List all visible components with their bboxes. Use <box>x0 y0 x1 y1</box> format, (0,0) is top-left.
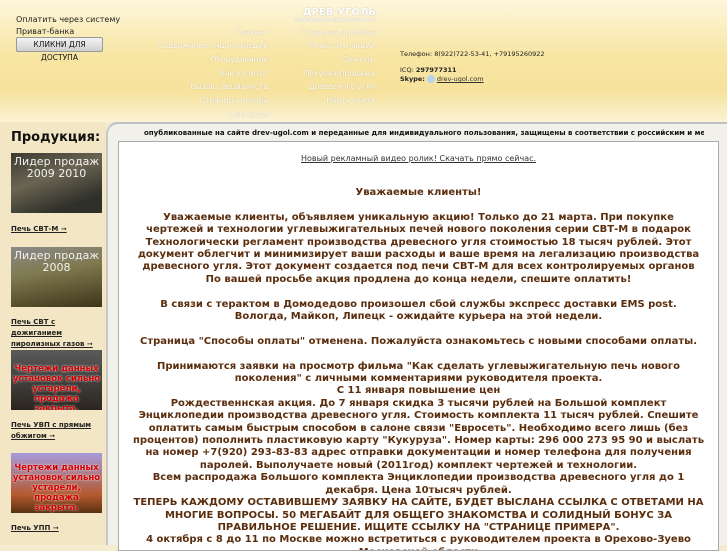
main-panel: опубликованные на сайте drev-ugol.com и … <box>106 122 727 551</box>
icq-label: ICQ: <box>400 66 414 74</box>
announcement-promo: Уважаемые клиенты, объявляем уникальную … <box>137 211 700 273</box>
product-link-upp[interactable]: Печь УПП ➞ <box>11 523 59 534</box>
sidebar-title: Продукция: <box>11 130 101 145</box>
announcement-delivery: В связи с терактом в Домодедово произоше… <box>160 298 677 323</box>
announcement-price: С 11 января повышение цен <box>336 385 501 397</box>
product-link-uvp[interactable]: Печь УВП с прямым обжигом ➞ <box>11 420 101 442</box>
access-button[interactable]: КЛИКНИ ДЛЯ ДОСТУПА <box>16 37 103 62</box>
announcement-bonus: ТЕПЕРЬ КАЖДОМУ ОСТАВИВШЕМУ ЗАЯВКУ НА САЙ… <box>133 497 704 533</box>
nav-call-specialist[interactable]: Вызов специалиста <box>191 82 268 91</box>
nav-download[interactable]: Скачать <box>343 55 375 64</box>
product-image-svt[interactable]: Лидер продаж 2008 <box>11 247 102 307</box>
announcements: Уважаемые клиенты! Уважаемые клиенты, об… <box>133 187 705 550</box>
privat-bank-text: Оплатить через систему Приват-банка <box>16 14 120 38</box>
skype-label: Skype: <box>400 75 425 83</box>
announcement-film: Принимаются заявки на просмотр фильма "К… <box>156 360 681 385</box>
greeting-heading: Уважаемые клиенты! <box>355 187 482 198</box>
announcement-christmas: Рождественнская акция. До 7 января скидк… <box>133 397 705 471</box>
product-link-svt[interactable]: Печь СВТ с дожиганием пиролизных газов ➞ <box>11 317 106 350</box>
phone-label: Телефон: <box>400 50 433 58</box>
pay-text-line: Оплатить через систему <box>16 15 121 24</box>
nav-how-to-buy[interactable]: Как купить? <box>220 69 268 78</box>
nav-news[interactable]: Новости и акции <box>309 41 375 50</box>
products-sidebar: Продукция: Лидер продаж 2009 2010 Печь С… <box>0 122 106 545</box>
content-box: Новый рекламный видео ролик! Скачать пря… <box>118 141 719 551</box>
copyright-ticker: опубликованные на сайте drev-ugol.com и … <box>144 129 704 137</box>
product-image-upp[interactable]: Чертежи данных установок сильно устарели… <box>11 453 102 513</box>
nav-encyclopedia[interactable]: Содержание энциклопедии <box>158 41 268 50</box>
nav-sitemap[interactable]: Карта сайта <box>326 96 375 105</box>
nav-contacts[interactable]: Контакты <box>229 110 268 119</box>
video-link[interactable]: Новый рекламный видео ролик! Скачать пря… <box>119 154 718 163</box>
nav-home[interactable]: Главная <box>236 28 268 37</box>
icq-value: 297977311 <box>415 66 457 74</box>
skype-icon <box>426 75 435 83</box>
site-header: Оплатить через систему Приват-банка КЛИК… <box>0 0 727 122</box>
product-image-svt-m[interactable]: Лидер продаж 2009 2010 <box>11 153 102 213</box>
logo-subtitle: производство древесного угля <box>293 17 376 23</box>
site-logo[interactable]: ДРЕВ-УГОЛЬ производство древесного угля <box>290 7 376 23</box>
contact-info: Телефон: 8(922)722-53-41, +79195260922 I… <box>400 50 545 84</box>
phone-value: 8(922)722-53-41, +79195260922 <box>434 50 545 58</box>
skype-link[interactable]: drev-ugol.com <box>437 75 484 83</box>
announcement-sale: Всем распродажа Большого комплекта Энцик… <box>152 472 685 496</box>
nav-equipment[interactable]: Оборудование <box>211 55 269 64</box>
nav-buy-sell-line2[interactable]: древесного угля <box>309 82 375 91</box>
announcement-extension: По вашей просьбе акция продлена до конца… <box>205 273 632 285</box>
nav-example-page[interactable]: Страница примера <box>300 28 375 37</box>
nav-buy-sell[interactable]: Покупка/продажа <box>304 69 375 78</box>
product-link-svt-m[interactable]: Печь СВТ-М ➞ <box>11 224 67 235</box>
announcement-meeting: 4 октября с 8 до 11 по Москве можно встр… <box>146 534 691 550</box>
nav-shame-page[interactable]: Страница позора <box>200 96 268 105</box>
announcement-payment: Страница "Способы оплаты" отменена. Пожа… <box>139 335 698 347</box>
product-image-uvp[interactable]: Чертежи данных установок сильно устарели… <box>11 350 102 410</box>
